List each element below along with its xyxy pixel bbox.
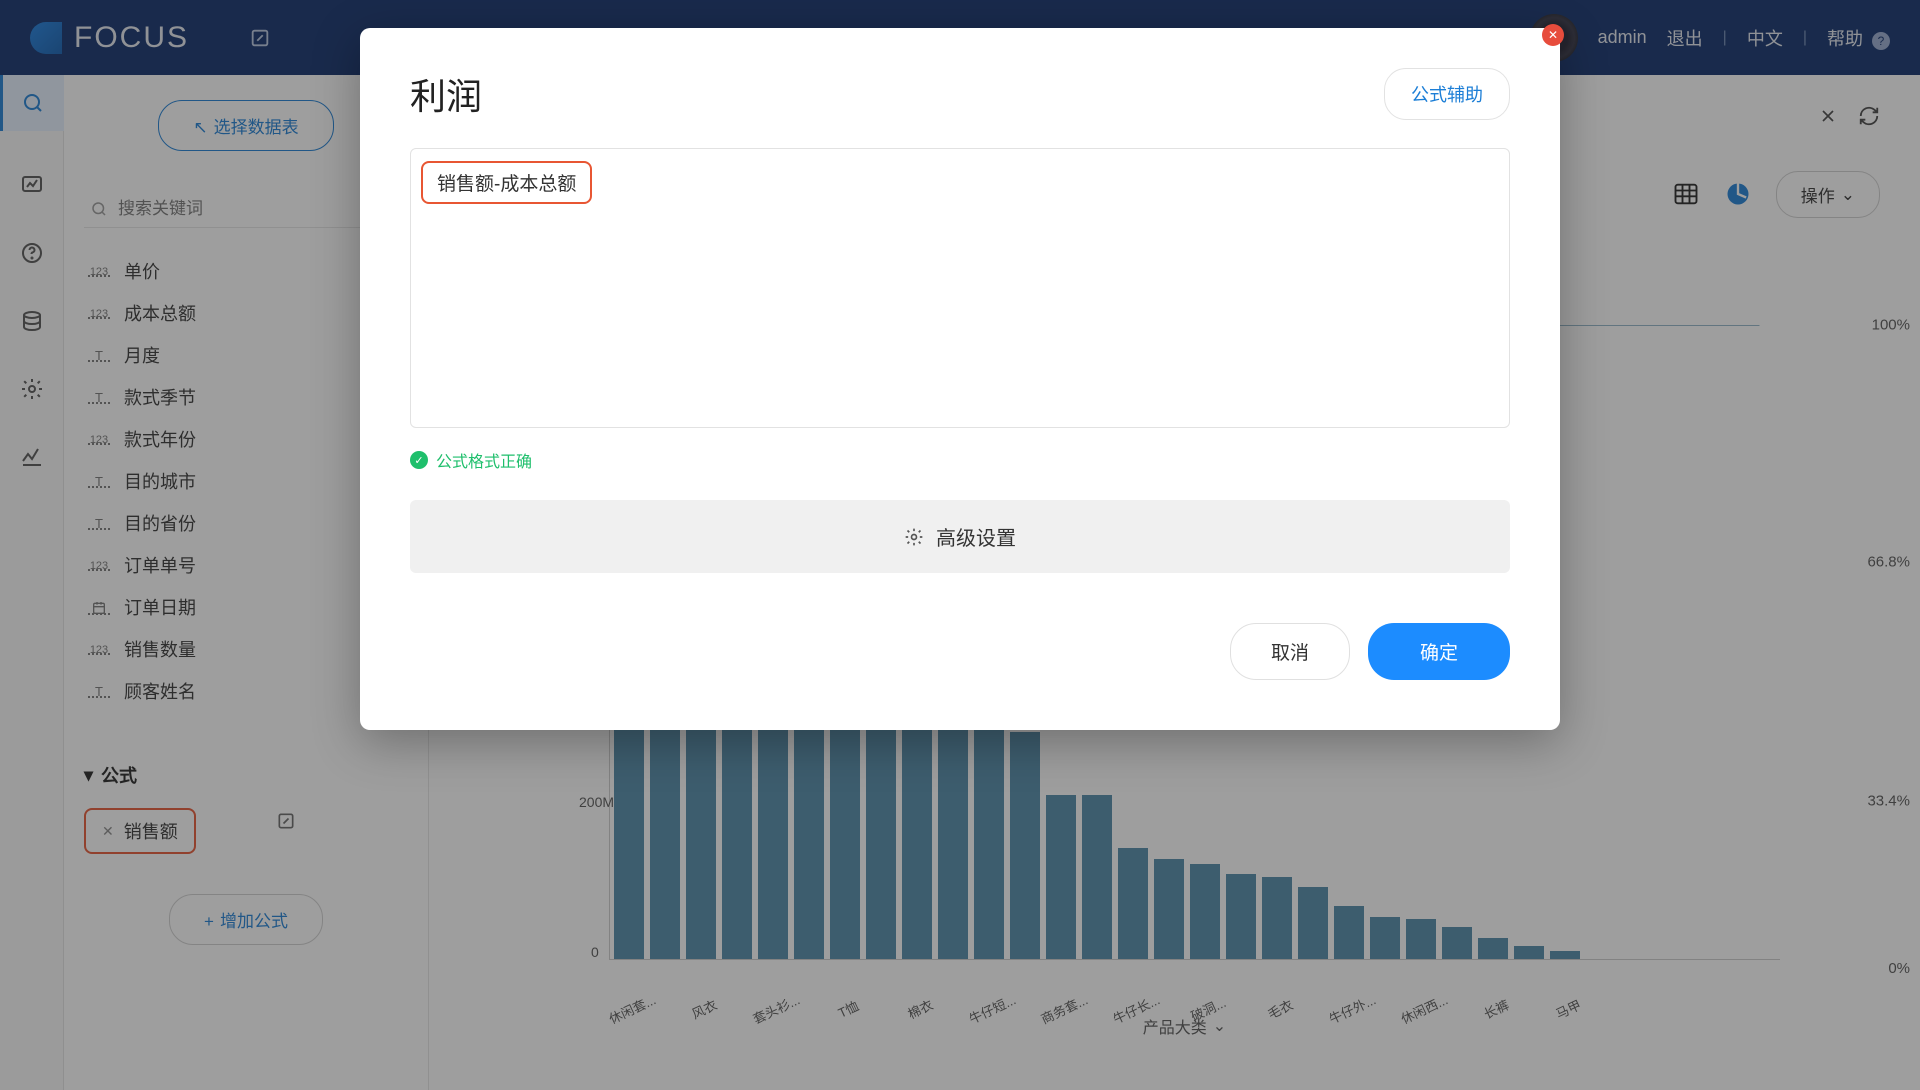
close-modal-icon[interactable]: ✕ <box>1542 24 1564 46</box>
formula-assist-button[interactable]: 公式辅助 <box>1384 68 1510 120</box>
formula-modal: ✕ 利润 公式辅助 销售额-成本总额 ✓ 公式格式正确 高级设置 取消 确定 <box>360 28 1560 730</box>
gear-icon <box>904 527 924 547</box>
modal-title: 利润 <box>410 68 482 120</box>
advanced-settings-button[interactable]: 高级设置 <box>410 500 1510 573</box>
check-icon: ✓ <box>410 451 428 469</box>
formula-status: ✓ 公式格式正确 <box>410 448 1510 472</box>
formula-editor[interactable]: 销售额-成本总额 <box>410 148 1510 428</box>
cancel-button[interactable]: 取消 <box>1230 623 1350 680</box>
formula-expression: 销售额-成本总额 <box>421 161 592 204</box>
confirm-button[interactable]: 确定 <box>1368 623 1510 680</box>
